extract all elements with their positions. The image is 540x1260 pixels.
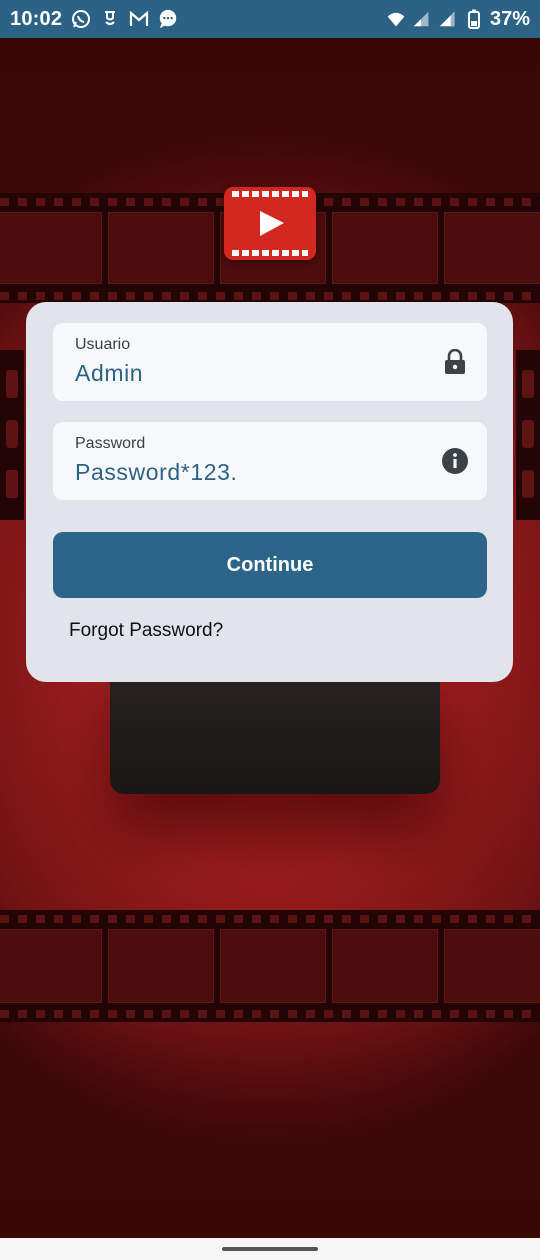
background-bottom-shade [0,1000,540,1260]
lock-icon [442,349,468,375]
film-perforations [0,915,540,923]
film-strip-right [516,350,540,520]
username-label: Usuario [75,336,131,353]
film-frames [0,929,540,1003]
password-value[interactable]: Password*123. [75,459,238,486]
forgot-password-link[interactable]: Forgot Password? [69,620,223,642]
film-perforations [0,292,540,300]
bell-notification-icon [100,9,120,29]
signal-icon [412,9,432,29]
film-strip-left [0,350,24,520]
username-value[interactable]: Admin [75,360,143,387]
chat-bubble-icon [158,9,178,29]
wifi-icon [386,9,406,29]
film-strip-bottom [0,910,540,1022]
home-indicator[interactable] [222,1247,318,1251]
signal-icon-2 [438,9,458,29]
login-card: Usuario Admin Password Password*123. Con… [26,302,513,682]
app-logo [224,187,316,260]
continue-button[interactable]: Continue [53,532,487,598]
play-icon [260,211,284,236]
status-bar: 10:02 37% [0,0,540,38]
status-time: 10:02 [10,7,63,30]
gmail-icon [129,9,149,29]
info-icon[interactable] [442,448,468,474]
battery-percent: 37% [489,7,530,30]
username-field[interactable]: Usuario Admin [53,323,487,401]
film-perforations [0,1010,540,1018]
whatsapp-icon [71,9,91,29]
battery-icon [464,9,484,29]
password-label: Password [75,435,146,452]
password-field[interactable]: Password Password*123. [53,422,487,500]
